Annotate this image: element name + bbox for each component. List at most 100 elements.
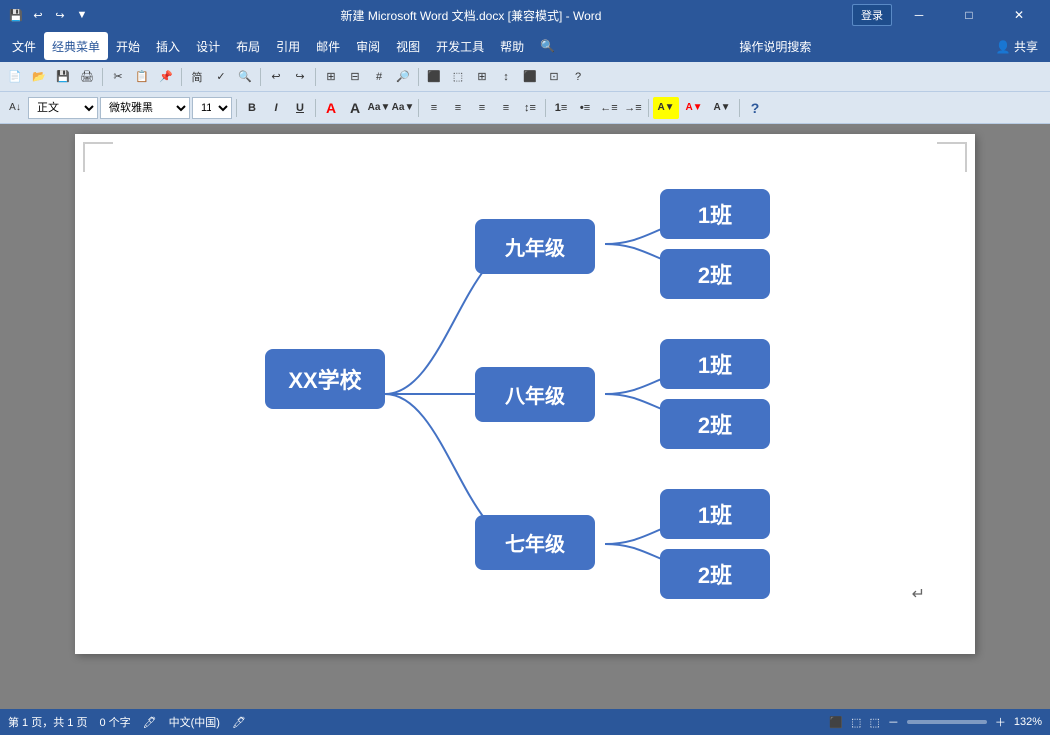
columns-icon[interactable]: ⊟: [344, 66, 366, 88]
misc2-icon[interactable]: ⬚: [447, 66, 469, 88]
indent-less[interactable]: ←≡: [598, 97, 620, 119]
underline-button[interactable]: U: [289, 97, 311, 119]
shading-btn[interactable]: A▼: [709, 97, 735, 119]
spell-icon[interactable]: ✓: [210, 66, 232, 88]
menu-classic[interactable]: 经典菜单: [44, 32, 108, 60]
cut-icon[interactable]: ✂: [107, 66, 129, 88]
zoom-minus[interactable]: －: [888, 714, 899, 730]
indent-more[interactable]: →≡: [622, 97, 644, 119]
node-grade8: 八年级: [475, 367, 595, 422]
save-icon[interactable]: 💾: [8, 7, 24, 23]
zoom-plus[interactable]: ＋: [995, 714, 1006, 730]
search-actions[interactable]: 操作说明搜索: [731, 34, 819, 59]
list-bullet[interactable]: •≡: [574, 97, 596, 119]
justify[interactable]: ≡: [495, 97, 517, 119]
node-grade9: 九年级: [475, 219, 595, 274]
align-left[interactable]: ≡: [423, 97, 445, 119]
fmt-sep5: [648, 99, 649, 117]
view-web-icon[interactable]: ⬚: [851, 716, 861, 729]
misc1-icon[interactable]: ⬛: [423, 66, 445, 88]
font-effects-A[interactable]: A: [344, 97, 366, 119]
fmt-sep2: [315, 99, 316, 117]
font-size-aa[interactable]: Aa▼: [392, 97, 414, 119]
fmt-sep4: [545, 99, 546, 117]
login-button[interactable]: 登录: [852, 4, 892, 26]
style-icon[interactable]: A↓: [4, 97, 26, 119]
sep5: [418, 68, 419, 86]
menu-insert[interactable]: 插入: [148, 32, 188, 60]
align-right[interactable]: ≡: [471, 97, 493, 119]
open-icon[interactable]: 📂: [28, 66, 50, 88]
font-case-icon[interactable]: Aa▼: [368, 97, 390, 119]
menu-references[interactable]: 引用: [268, 32, 308, 60]
lang-icon: 🖊: [232, 716, 246, 729]
save-toolbar-icon[interactable]: 💾: [52, 66, 74, 88]
node-grade8-class1: 1班: [660, 339, 770, 389]
menu-design[interactable]: 设计: [188, 32, 228, 60]
undo-icon[interactable]: ↩: [30, 7, 46, 23]
node-grade7-class2: 2班: [660, 549, 770, 599]
window-controls: 登录 ─ □ ✕: [852, 0, 1042, 30]
org-chart-diagram: XX学校 九年级 八年级 七年级 1班 2班 1班 2班 1班 2班 ↵: [95, 154, 955, 634]
menu-file[interactable]: 文件: [4, 32, 44, 60]
minimize-button[interactable]: ─: [896, 0, 942, 30]
font-color-A[interactable]: A: [320, 97, 342, 119]
share-button[interactable]: 👤 共享: [988, 34, 1046, 59]
highlight-color[interactable]: A▼: [653, 97, 679, 119]
search-toolbar-icon[interactable]: 🔍: [234, 66, 256, 88]
node-grade7: 七年级: [475, 515, 595, 570]
help-toolbar-icon[interactable]: ?: [567, 66, 589, 88]
document-page[interactable]: XX学校 九年级 八年级 七年级 1班 2班 1班 2班 1班 2班 ↵: [75, 134, 975, 654]
zoom-level[interactable]: 132%: [1014, 716, 1042, 728]
redo-toolbar-icon[interactable]: ↪: [289, 66, 311, 88]
redo-icon[interactable]: ↪: [52, 7, 68, 23]
italic-button[interactable]: I: [265, 97, 287, 119]
font-select[interactable]: 微软雅黑: [100, 97, 190, 119]
title-bar: 💾 ↩ ↪ ▼ 新建 Microsoft Word 文档.docx [兼容模式]…: [0, 0, 1050, 30]
sep4: [315, 68, 316, 86]
window-title: 新建 Microsoft Word 文档.docx [兼容模式] - Word: [90, 7, 852, 24]
node-root: XX学校: [265, 349, 385, 409]
menu-view[interactable]: 视图: [388, 32, 428, 60]
view-read-icon[interactable]: ⬚: [869, 716, 879, 729]
toolbar-strip: 📄 📂 💾 🖨 ✂ 📋 📌 简 ✓ 🔍 ↩ ↪ ⊞ ⊟ # 🔎 ⬛ ⬚ ⊞ ↕ …: [0, 62, 1050, 92]
menu-search-icon[interactable]: 🔍: [532, 32, 563, 60]
sep1: [102, 68, 103, 86]
menu-review[interactable]: 审阅: [348, 32, 388, 60]
close-button[interactable]: ✕: [996, 0, 1042, 30]
menu-help[interactable]: 帮助: [492, 32, 532, 60]
undo-toolbar-icon[interactable]: ↩: [265, 66, 287, 88]
bold-button[interactable]: B: [241, 97, 263, 119]
format-icon[interactable]: 简: [186, 66, 208, 88]
zoom-slider[interactable]: [907, 720, 987, 724]
menu-layout[interactable]: 布局: [228, 32, 268, 60]
preview-icon[interactable]: 🖨: [76, 66, 98, 88]
copy-icon[interactable]: 📋: [131, 66, 153, 88]
status-bar: 第 1 页，共 1 页 0 个字 🖊 中文(中国) 🖊 ⬛ ⬚ ⬚ － ＋ 13…: [0, 709, 1050, 735]
customize-icon[interactable]: ▼: [74, 7, 90, 23]
node-grade9-class1: 1班: [660, 189, 770, 239]
sep3: [260, 68, 261, 86]
menu-home[interactable]: 开始: [108, 32, 148, 60]
line-spacing[interactable]: ↕≡: [519, 97, 541, 119]
size-select[interactable]: 11: [192, 97, 232, 119]
menu-mailings[interactable]: 邮件: [308, 32, 348, 60]
align-center[interactable]: ≡: [447, 97, 469, 119]
misc3-icon[interactable]: ⊞: [471, 66, 493, 88]
menu-developer[interactable]: 开发工具: [428, 32, 492, 60]
new-icon[interactable]: 📄: [4, 66, 26, 88]
paste-icon[interactable]: 📌: [155, 66, 177, 88]
view-print-icon[interactable]: ⬛: [829, 716, 843, 729]
misc6-icon[interactable]: ⊡: [543, 66, 565, 88]
style-select[interactable]: 正文: [28, 97, 98, 119]
restore-button[interactable]: □: [946, 0, 992, 30]
list-num[interactable]: 1≡: [550, 97, 572, 119]
zoom-icon[interactable]: 🔎: [392, 66, 414, 88]
table-icon[interactable]: ⊞: [320, 66, 342, 88]
fmt-sep3: [418, 99, 419, 117]
misc5-icon[interactable]: ⬛: [519, 66, 541, 88]
font-color-btn[interactable]: A▼: [681, 97, 707, 119]
pagenum-icon[interactable]: #: [368, 66, 390, 88]
help-format-icon[interactable]: ?: [744, 97, 766, 119]
misc4-icon[interactable]: ↕: [495, 66, 517, 88]
